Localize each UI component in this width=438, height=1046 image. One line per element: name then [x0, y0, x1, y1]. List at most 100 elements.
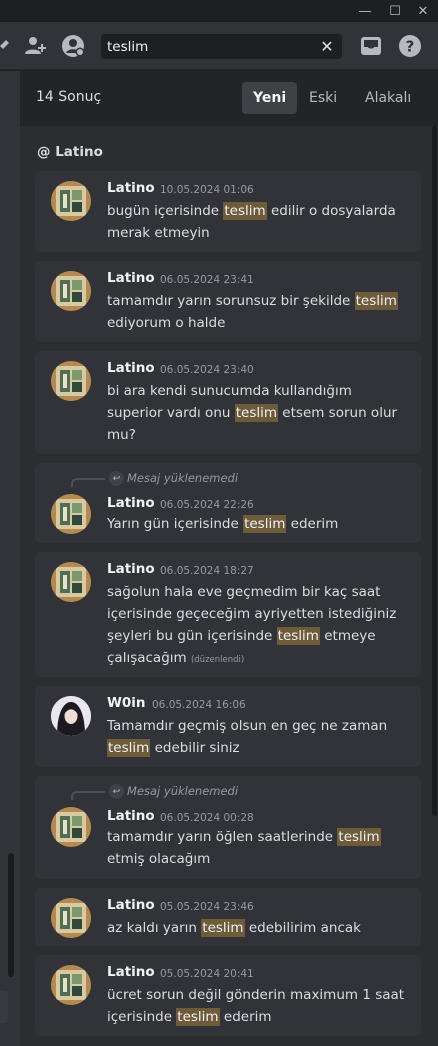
channel-scrollbar[interactable] [8, 853, 14, 977]
inbox-icon [361, 37, 381, 55]
content-text-before: Yarın gün içerisinde [107, 516, 244, 532]
search-match-highlight: teslim [234, 404, 279, 422]
sort-tab-oldest[interactable]: Eski [298, 82, 348, 114]
title-bar: — ☐ ✕ [0, 0, 438, 22]
message-content: bi ara kendi sunucumda kullandığım super… [107, 380, 407, 446]
clear-search-button[interactable]: ✕ [318, 36, 336, 56]
add-friend-icon [25, 37, 46, 54]
svg-text:?: ? [406, 38, 415, 56]
sort-tab-label: Alakalı [365, 90, 412, 106]
search-result-card[interactable]: Latino 05.05.2024 20:41 ücret sorun değil … [35, 955, 421, 1036]
avatar[interactable] [51, 696, 91, 736]
message-timestamp: 06.05.2024 23:41 [160, 274, 254, 286]
content-text-after: ediyorum o halde [107, 315, 226, 331]
avatar[interactable] [51, 807, 91, 847]
message-content: bugün içerisinde teslim edilir o dosyala… [107, 200, 407, 244]
edited-indicator: (düzenlendi) [190, 655, 245, 665]
channel-name: @ Latino [37, 144, 103, 160]
message-author[interactable]: Latino [107, 964, 155, 980]
avatar[interactable] [51, 181, 91, 221]
message-content: Tamamdır geçmiş olsun en geç ne zaman te… [107, 715, 407, 759]
content-text-after: edebilir siniz [150, 740, 240, 756]
sort-tab-label: Eski [309, 90, 338, 106]
message-author[interactable]: Latino [107, 495, 155, 511]
search-results-panel: 14 Sonuç Yeni Eski Alakalı @ Latino Lati… [20, 71, 438, 1046]
content-text-before: bugün içerisinde [107, 203, 224, 219]
avatar[interactable] [51, 494, 91, 534]
message-timestamp: 10.05.2024 01:06 [160, 184, 254, 196]
message-author[interactable]: Latino [107, 897, 155, 913]
search-box[interactable]: ✕ [101, 34, 342, 59]
pin-button[interactable] [0, 35, 10, 57]
maximize-icon: ☐ [389, 3, 401, 19]
search-match-highlight: teslim [107, 739, 151, 757]
search-input[interactable] [107, 37, 312, 56]
search-match-highlight: teslim [223, 202, 267, 220]
message-content: tamamdır yarın öğlen saatlerinde teslim … [107, 826, 407, 870]
latino-avatar-image [51, 965, 91, 1005]
search-match-highlight: teslim [201, 919, 245, 937]
pin-icon [0, 40, 9, 49]
sort-tab-label: Yeni [253, 90, 287, 106]
maximize-button[interactable]: ☐ [382, 0, 408, 22]
content-text-after: ederim [286, 516, 339, 532]
reply-connector [71, 791, 105, 800]
search-result-card[interactable]: Latino 10.05.2024 01:06 bugün içerisinde t… [35, 171, 421, 252]
minimize-icon: — [358, 3, 372, 19]
message-timestamp: 06.05.2024 18:27 [160, 565, 254, 577]
inbox-button[interactable] [359, 34, 383, 58]
search-result-card[interactable]: Latino 06.05.2024 23:40 bi ara kendi sunuc… [35, 351, 421, 454]
scrollbar-thumb[interactable] [432, 126, 437, 816]
user-profile-button[interactable] [61, 34, 85, 58]
message-author[interactable]: Latino [107, 808, 155, 824]
search-match-highlight: teslim [337, 828, 381, 846]
message-content: tamamdır yarın sorunsuz bir şekilde tesl… [107, 290, 407, 334]
message-timestamp: 06.05.2024 00:28 [160, 812, 254, 824]
search-result-card[interactable]: ↩ Mesaj yüklenemedi Latino 06.05.2024 00:2… [35, 776, 421, 879]
w0in-avatar-image [51, 696, 91, 736]
message-content: sağolun hala eve geçmedim bir kaç saat i… [107, 581, 407, 671]
avatar[interactable] [51, 965, 91, 1005]
latino-avatar-image [51, 898, 91, 938]
search-match-highlight: teslim [243, 515, 287, 533]
avatar[interactable] [51, 898, 91, 938]
message-author[interactable]: Latino [107, 270, 155, 286]
help-button[interactable]: ? [398, 34, 422, 58]
avatar[interactable] [51, 562, 91, 602]
message-timestamp: 06.05.2024 16:06 [152, 699, 246, 711]
latino-avatar-image [51, 562, 91, 602]
user-profile-icon [62, 35, 85, 57]
message-author[interactable]: Latino [107, 360, 155, 376]
message-timestamp: 06.05.2024 23:40 [160, 364, 254, 376]
search-result-card[interactable]: Latino 05.05.2024 23:46 az kaldı yarın tes… [35, 888, 421, 946]
content-text-before: tamamdır yarın sorunsuz bir şekilde [107, 293, 355, 309]
latino-avatar-image [51, 361, 91, 401]
search-match-highlight: teslim [354, 292, 398, 310]
help-icon: ? [399, 35, 421, 57]
results-scrollbar[interactable] [432, 126, 437, 816]
message-content: ücret sorun değil gönderin maximum 1 saa… [107, 984, 407, 1028]
minimize-button[interactable]: — [352, 0, 378, 22]
sort-tab-relevant[interactable]: Alakalı [354, 82, 422, 114]
search-result-card[interactable]: Latino 06.05.2024 23:41 tamamdır yarın sor… [35, 261, 421, 342]
results-header: 14 Sonuç Yeni Eski Alakalı [20, 71, 438, 126]
reply-unavailable-text: Mesaj yüklenemedi [127, 784, 239, 798]
avatar[interactable] [51, 271, 91, 311]
search-result-card[interactable]: ↩ Mesaj yüklenemedi Latino 06.05.2024 22:2… [35, 463, 421, 543]
close-icon: ✕ [320, 36, 334, 56]
sort-tab-newest[interactable]: Yeni [242, 82, 298, 114]
content-text-after: etmiş olacağım [107, 851, 211, 867]
close-window-button[interactable]: ✕ [410, 0, 436, 22]
close-icon: ✕ [417, 3, 429, 19]
message-author[interactable]: Latino [107, 180, 155, 196]
search-match-highlight: teslim [176, 1008, 220, 1026]
message-author[interactable]: W0in [107, 695, 146, 711]
avatar[interactable] [51, 361, 91, 401]
content-text-after: edebilirim ancak [244, 920, 361, 936]
search-result-card[interactable]: W0in 06.05.2024 16:06 Tamamdır geçmiş olsu… [35, 686, 421, 767]
search-result-card[interactable]: Latino 06.05.2024 18:27 sağolun hala eve g… [35, 552, 421, 677]
add-friend-button[interactable] [23, 34, 47, 58]
reply-unavailable-text: Mesaj yüklenemedi [127, 471, 239, 485]
latino-avatar-image [51, 181, 91, 221]
message-author[interactable]: Latino [107, 561, 155, 577]
